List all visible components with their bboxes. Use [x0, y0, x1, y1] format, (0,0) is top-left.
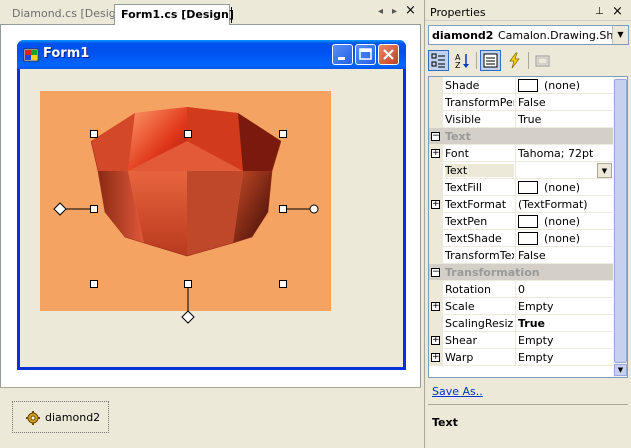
toolbar-separator: [528, 52, 529, 69]
property-grid[interactable]: Shade (none) TransformPen False Visible …: [428, 76, 628, 378]
properties-window: Properties ⊥ × diamond2 Camalon.Drawing.…: [424, 0, 631, 448]
designer-area: Diamond.cs [Design] Form1.cs [Design] ◂ …: [0, 0, 421, 448]
events-icon: [509, 52, 520, 69]
property-row-textfill[interactable]: TextFill (none): [429, 179, 613, 196]
color-swatch: [518, 181, 538, 194]
property-row-transformpen[interactable]: TransformPen False: [429, 94, 613, 111]
design-surface[interactable]: Form1: [0, 25, 421, 387]
property-row-scale[interactable]: + Scale Empty: [429, 298, 613, 315]
property-row-rotation[interactable]: Rotation 0: [429, 281, 613, 298]
minimize-button[interactable]: [332, 44, 353, 65]
collapse-icon[interactable]: −: [431, 132, 440, 141]
description-title: Text: [432, 416, 458, 429]
close-button[interactable]: [378, 44, 399, 65]
object-type: Camalon.Drawing.Shape: [498, 29, 629, 42]
properties-icon: [483, 53, 498, 68]
property-pages-button[interactable]: [532, 50, 553, 71]
scroll-down-icon[interactable]: ▼: [614, 364, 627, 376]
form-title: Form1: [43, 46, 90, 61]
properties-toolbar: A Z: [428, 49, 629, 73]
color-swatch: [518, 215, 538, 228]
component-tray: diamond2: [0, 387, 421, 448]
expand-icon[interactable]: +: [431, 302, 440, 311]
property-row-textpen[interactable]: TextPen (none): [429, 213, 613, 230]
property-row-visible[interactable]: Visible True: [429, 111, 613, 128]
expand-icon[interactable]: +: [431, 149, 440, 158]
property-grid-scrollbar[interactable]: ▼: [613, 77, 627, 377]
alphabetical-icon: A Z: [455, 53, 469, 70]
form-client-area[interactable]: [20, 69, 403, 367]
gear-icon: [26, 411, 40, 425]
tab-scroll-right-icon[interactable]: ▸: [392, 6, 397, 17]
form-icon: [23, 48, 39, 62]
diamond-shape[interactable]: [40, 91, 331, 311]
property-row-shade[interactable]: Shade (none): [429, 77, 613, 94]
save-as-link[interactable]: Save As..: [432, 385, 483, 398]
property-row-textformat[interactable]: + TextFormat (TextFormat): [429, 196, 613, 213]
form-window[interactable]: Form1: [17, 40, 406, 370]
alphabetical-button[interactable]: A Z: [452, 50, 473, 71]
property-pages-icon: [535, 55, 550, 67]
categorized-icon: [431, 53, 445, 68]
color-swatch: [518, 79, 538, 92]
close-icon[interactable]: ×: [612, 4, 623, 19]
tray-component-label: diamond2: [45, 411, 101, 424]
property-row-scalingresize[interactable]: ScalingResize True: [429, 315, 613, 332]
description-pane: Text: [428, 409, 628, 445]
close-icon: [383, 49, 394, 60]
properties-button[interactable]: [480, 50, 501, 71]
property-row-font[interactable]: + Font Tahoma; 72pt: [429, 145, 613, 162]
maximize-icon: [359, 48, 372, 60]
tray-component-diamond2[interactable]: diamond2: [12, 401, 109, 433]
category-transformation[interactable]: − Transformation: [429, 264, 613, 281]
category-text[interactable]: − Text: [429, 128, 613, 145]
tab-close-icon[interactable]: ×: [405, 3, 416, 18]
expand-icon[interactable]: +: [431, 200, 440, 209]
form-titlebar[interactable]: Form1: [17, 40, 406, 69]
property-row-transformtext[interactable]: TransformTex False: [429, 247, 613, 264]
color-swatch: [518, 232, 538, 245]
property-row-textshade[interactable]: TextShade (none): [429, 230, 613, 247]
maximize-button[interactable]: [355, 44, 376, 65]
property-row-shear[interactable]: + Shear Empty: [429, 332, 613, 349]
chevron-down-icon[interactable]: ▼: [597, 163, 612, 178]
shear-handle-bottom[interactable]: [181, 310, 195, 324]
properties-titlebar: Properties ⊥ ×: [425, 3, 631, 21]
svg-text:Z: Z: [455, 61, 461, 70]
minimize-icon: [338, 57, 345, 60]
commands-pane: Save As..: [428, 381, 628, 405]
document-tabstrip: Diamond.cs [Design] Form1.cs [Design] ◂ …: [0, 0, 421, 25]
events-button[interactable]: [504, 50, 525, 71]
expand-icon[interactable]: +: [431, 353, 440, 362]
tab-scroll-left-icon[interactable]: ◂: [378, 6, 383, 17]
object-selector[interactable]: diamond2 Camalon.Drawing.Shape ▼: [428, 25, 629, 45]
categorized-button[interactable]: [428, 50, 449, 71]
pin-icon[interactable]: ⊥: [595, 6, 604, 17]
diamond-shape-panel[interactable]: [40, 91, 331, 311]
object-name: diamond2: [432, 29, 494, 42]
chevron-down-icon[interactable]: ▼: [612, 26, 628, 44]
expand-icon[interactable]: +: [431, 336, 440, 345]
toolbar-separator: [476, 52, 477, 69]
property-row-warp[interactable]: + Warp Empty: [429, 349, 613, 366]
tab-form1-design[interactable]: Form1.cs [Design]: [114, 4, 234, 25]
collapse-icon[interactable]: −: [431, 268, 440, 277]
property-row-text[interactable]: Text ▼: [429, 162, 613, 179]
scrollbar-thumb[interactable]: [614, 79, 627, 363]
properties-title: Properties: [430, 6, 486, 19]
